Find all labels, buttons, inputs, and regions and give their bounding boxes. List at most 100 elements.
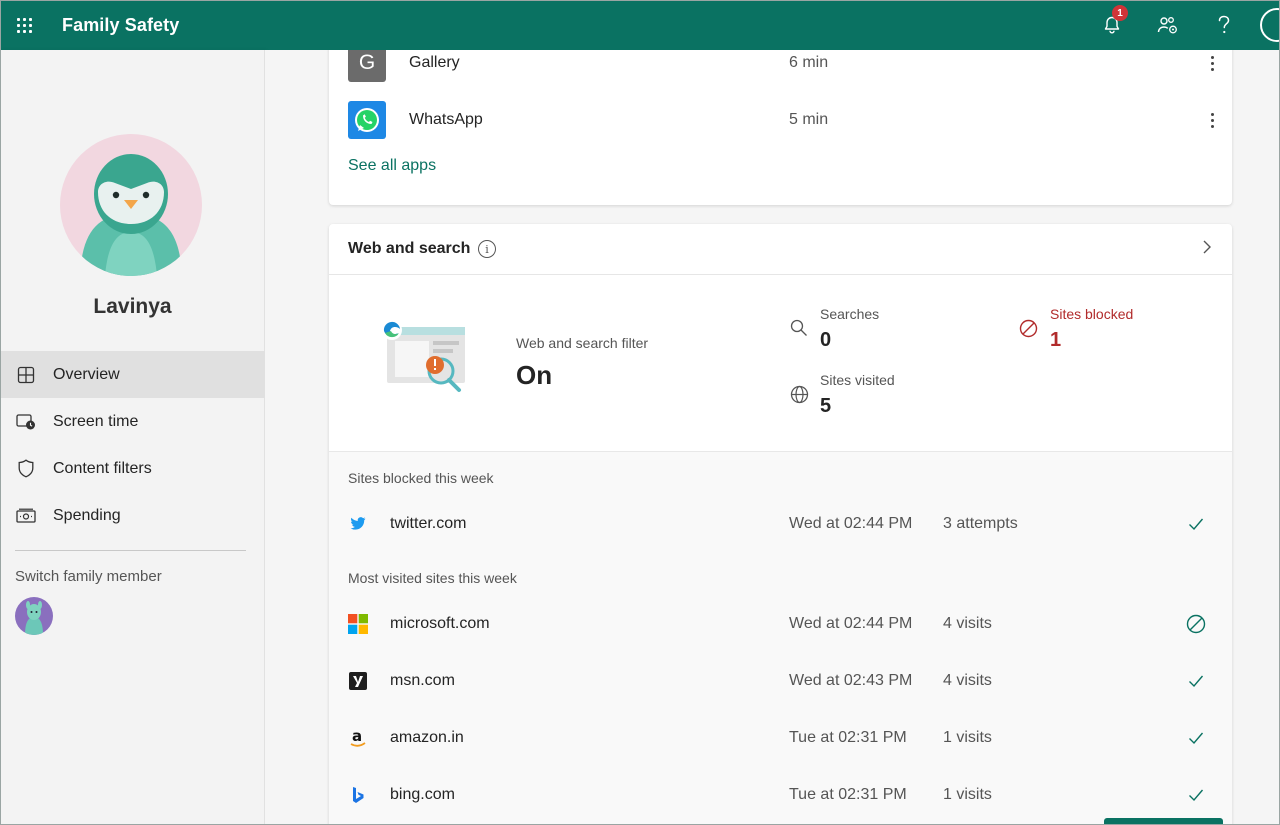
top-actions: 1 bbox=[1084, 0, 1280, 50]
account-avatar[interactable] bbox=[1260, 8, 1280, 42]
floating-action-button[interactable] bbox=[1104, 818, 1223, 825]
sidebar-item-content-filters[interactable]: Content filters bbox=[0, 445, 265, 492]
help-button[interactable] bbox=[1196, 0, 1252, 50]
info-icon[interactable]: i bbox=[478, 240, 496, 258]
web-filter-illustration bbox=[382, 320, 465, 392]
microsoft-logo-icon bbox=[348, 614, 368, 634]
sidebar-item-overview[interactable]: Overview bbox=[0, 351, 265, 398]
site-name[interactable]: amazon.in bbox=[390, 729, 464, 747]
searches-value: 0 bbox=[820, 329, 832, 351]
sidebar-item-label: Screen time bbox=[53, 412, 139, 430]
web-and-search-card: Web and search i Web and search filter O… bbox=[329, 224, 1232, 825]
searches-label: Searches bbox=[820, 306, 880, 322]
app-row-whatsapp[interactable]: WhatsApp 5 min bbox=[329, 100, 1232, 140]
account-area bbox=[1252, 0, 1280, 50]
shield-icon bbox=[16, 459, 36, 479]
site-visits: 4 visits bbox=[943, 615, 992, 632]
sidebar-divider bbox=[15, 550, 246, 551]
web-and-search-header[interactable]: Web and search i bbox=[329, 224, 1232, 275]
waffle-icon bbox=[16, 17, 32, 33]
app-row-gallery[interactable]: G Gallery 6 min bbox=[329, 50, 1232, 83]
block-site-icon[interactable] bbox=[1185, 613, 1207, 635]
people-settings-icon bbox=[1157, 17, 1177, 34]
whatsapp-app-icon bbox=[348, 101, 386, 139]
site-time: Tue at 02:31 PM bbox=[789, 729, 907, 746]
app-time: 5 min bbox=[789, 111, 829, 128]
sites-blocked-section-title: Sites blocked this week bbox=[348, 470, 494, 486]
site-time: Tue at 02:31 PM bbox=[789, 786, 907, 803]
site-visits: 1 visits bbox=[943, 729, 992, 746]
msn-logo-icon bbox=[348, 671, 368, 691]
gallery-letter: G bbox=[358, 51, 376, 74]
llama-avatar-illustration bbox=[25, 601, 43, 635]
app-name: WhatsApp bbox=[409, 111, 483, 128]
overview-icon bbox=[16, 365, 36, 385]
sites-blocked-value: 1 bbox=[1050, 329, 1062, 351]
top-bar: Family Safety 1 bbox=[0, 0, 1280, 50]
site-row-amazon: a amazon.in Tue at 02:31 PM 1 visits bbox=[329, 718, 1232, 758]
money-icon bbox=[16, 506, 36, 526]
app-title: Family Safety bbox=[62, 14, 180, 35]
sidebar-item-screen-time[interactable]: Screen time bbox=[0, 398, 265, 445]
family-settings-button[interactable] bbox=[1140, 0, 1196, 50]
site-name[interactable]: bing.com bbox=[390, 786, 455, 804]
sites-blocked-label: Sites blocked bbox=[1050, 306, 1134, 322]
site-name[interactable]: microsoft.com bbox=[390, 615, 490, 633]
sites-visited-value: 5 bbox=[820, 395, 832, 417]
see-all-apps-link[interactable]: See all apps bbox=[348, 157, 436, 175]
site-visits: 1 visits bbox=[943, 786, 992, 803]
site-name[interactable]: twitter.com bbox=[390, 515, 466, 533]
web-filter-label: Web and search filter bbox=[516, 335, 649, 351]
bing-logo-icon bbox=[348, 785, 368, 805]
site-time: Wed at 02:43 PM bbox=[789, 672, 913, 689]
switch-family-member-label: Switch family member bbox=[15, 568, 162, 585]
allow-site-checkmark-icon[interactable] bbox=[1185, 670, 1207, 692]
app-launcher-button[interactable] bbox=[0, 0, 48, 50]
svg-text:a: a bbox=[352, 728, 362, 745]
notification-badge: 1 bbox=[1112, 5, 1128, 21]
web-stats-area: Web and search filter On Searches 0 Site… bbox=[329, 276, 1232, 451]
site-row-msn: msn.com Wed at 02:43 PM 4 visits bbox=[329, 661, 1232, 701]
most-visited-section-title: Most visited sites this week bbox=[348, 570, 517, 586]
notifications-button[interactable]: 1 bbox=[1084, 0, 1140, 50]
sites-visited-label: Sites visited bbox=[820, 372, 895, 388]
chevron-right-icon bbox=[1202, 240, 1212, 259]
amazon-logo-icon: a bbox=[348, 728, 368, 748]
site-row-twitter: twitter.com Wed at 02:44 PM 3 attempts bbox=[329, 504, 1232, 544]
site-row-bing: bing.com Tue at 02:31 PM 1 visits bbox=[329, 775, 1232, 815]
sidebar-item-label: Overview bbox=[53, 365, 120, 383]
sites-lists: Sites blocked this week twitter.com Wed … bbox=[329, 451, 1232, 825]
penguin-avatar-illustration bbox=[80, 154, 182, 276]
app-time: 6 min bbox=[789, 54, 829, 71]
allow-site-checkmark-icon[interactable] bbox=[1185, 784, 1207, 806]
gallery-app-icon: G bbox=[348, 50, 386, 82]
profile-name: Lavinya bbox=[93, 295, 172, 318]
more-options-button[interactable] bbox=[1202, 50, 1222, 78]
site-time: Wed at 02:44 PM bbox=[789, 515, 913, 532]
apps-card: G Gallery 6 min WhatsApp 5 min See all a… bbox=[329, 50, 1232, 205]
site-visits: 4 visits bbox=[943, 672, 992, 689]
sidebar: Lavinya Overview Screen time Content fil… bbox=[0, 50, 265, 825]
allow-site-checkmark-icon[interactable] bbox=[1185, 727, 1207, 749]
family-member-avatar[interactable] bbox=[15, 597, 53, 635]
allow-site-checkmark-icon[interactable] bbox=[1185, 513, 1207, 535]
main-content: G Gallery 6 min WhatsApp 5 min See all a… bbox=[265, 50, 1280, 825]
profile-avatar bbox=[60, 134, 202, 276]
sidebar-item-label: Spending bbox=[53, 506, 121, 524]
site-row-microsoft: microsoft.com Wed at 02:44 PM 4 visits bbox=[329, 604, 1232, 644]
sidebar-item-label: Content filters bbox=[53, 459, 152, 477]
more-options-button[interactable] bbox=[1202, 105, 1222, 135]
site-time: Wed at 02:44 PM bbox=[789, 615, 913, 632]
twitter-icon bbox=[348, 514, 368, 534]
app-name: Gallery bbox=[409, 54, 460, 71]
site-name[interactable]: msn.com bbox=[390, 672, 455, 690]
card-title: Web and search bbox=[348, 240, 471, 257]
search-icon bbox=[789, 318, 809, 338]
site-attempts: 3 attempts bbox=[943, 515, 1018, 532]
sidebar-item-spending[interactable]: Spending bbox=[0, 492, 265, 539]
web-filter-value: On bbox=[516, 360, 553, 390]
screen-time-icon bbox=[16, 412, 36, 432]
help-icon bbox=[1218, 15, 1230, 34]
globe-icon bbox=[789, 384, 809, 404]
blocked-icon bbox=[1018, 318, 1038, 338]
